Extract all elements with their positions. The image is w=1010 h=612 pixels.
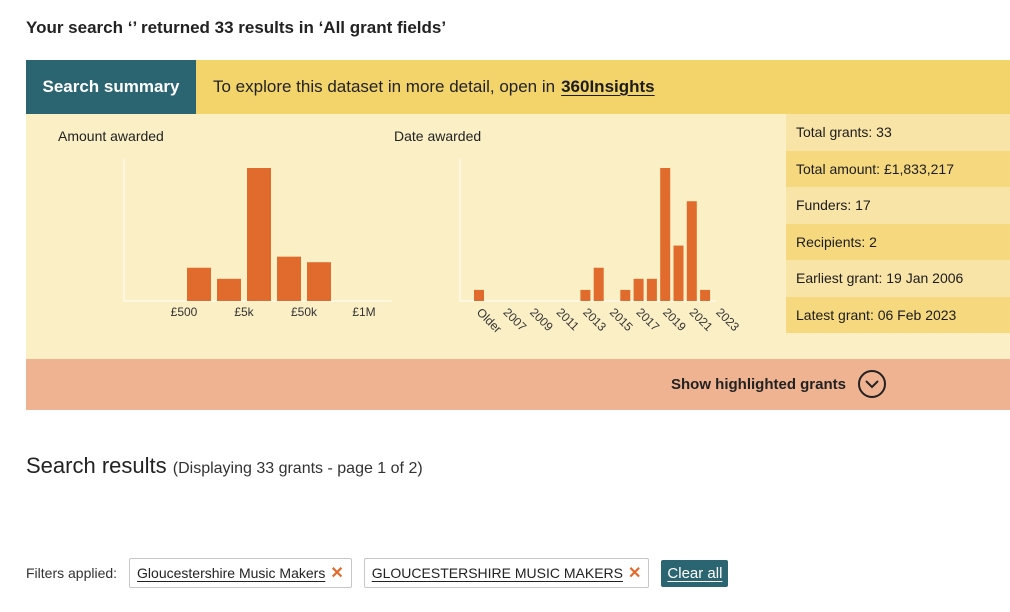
360insights-link[interactable]: 360Insights — [561, 77, 655, 97]
close-icon[interactable]: ✕ — [628, 563, 641, 583]
stat-total-grants: Total grants: 33 — [786, 114, 1010, 151]
tick-label: 2021 — [687, 305, 716, 334]
tick-label: £5k — [234, 305, 254, 319]
clear-all-button[interactable]: Clear all — [661, 559, 729, 587]
page-heading: Your search ‘’ returned 33 results in ‘A… — [26, 18, 447, 37]
chart-bar — [580, 289, 591, 301]
chart-bar — [277, 256, 301, 301]
tick-label: 2007 — [500, 305, 529, 334]
stat-recipients: Recipients: 2 — [786, 223, 1010, 260]
chart-bar — [247, 168, 271, 301]
filters-applied: Filters applied: Gloucestershire Music M… — [26, 557, 729, 589]
search-summary-panel: Search summary To explore this dataset i… — [26, 60, 1010, 410]
insights-banner: To explore this dataset in more detail, … — [196, 60, 1010, 114]
chart-bar — [187, 267, 211, 301]
close-icon[interactable]: ✕ — [330, 563, 343, 583]
tick-label: £1M — [352, 305, 375, 319]
filter-chip-label: Gloucestershire Music Makers — [137, 565, 326, 581]
filters-label: Filters applied: — [26, 565, 118, 581]
tick-label: 2015 — [607, 305, 636, 334]
filter-chip-label: GLOUCESTERSHIRE MUSIC MAKERS — [371, 565, 623, 581]
search-results-heading: Search results (Displaying 33 grants - p… — [26, 453, 423, 479]
tick-label: 2009 — [527, 305, 556, 334]
filter-chip[interactable]: Gloucestershire Music Makers ✕ — [129, 558, 352, 588]
chart-bar — [620, 289, 631, 301]
chart-bar — [307, 262, 331, 301]
results-title: Search results — [26, 453, 167, 478]
date-chart-title: Date awarded — [394, 128, 482, 144]
tab-search-summary[interactable]: Search summary — [26, 60, 196, 114]
chevron-down-circle-icon — [858, 370, 886, 398]
chart-bar — [474, 289, 484, 301]
chart-bar — [593, 267, 604, 301]
summary-charts-area: Amount awarded £500 £5k £50k £1M Date award… — [26, 114, 1010, 359]
chart-bar — [660, 168, 671, 301]
tick-label: Older — [474, 305, 505, 336]
chart-bar — [646, 278, 657, 301]
date-awarded-chart: Older20072009201120132015201720192021202… — [459, 159, 742, 336]
show-highlighted-label: Show highlighted grants — [671, 375, 846, 393]
tick-label: 2013 — [580, 305, 609, 334]
chart-bar — [700, 289, 711, 301]
tick-label: 2017 — [633, 305, 662, 334]
chart-bar — [633, 278, 644, 301]
filter-chip[interactable]: GLOUCESTERSHIRE MUSIC MAKERS ✕ — [363, 558, 650, 588]
tab-search-summary-label: Search summary — [42, 77, 180, 96]
stat-total-amount: Total amount: £1,833,217 — [786, 150, 1010, 187]
stat-earliest-grant: Earliest grant: 19 Jan 2006 — [786, 260, 1010, 297]
chart-bar — [686, 201, 697, 301]
chart-bar — [217, 278, 241, 301]
amount-chart-title: Amount awarded — [58, 128, 164, 144]
stat-latest-grant: Latest grant: 06 Feb 2023 — [786, 296, 1010, 333]
highlighted-grants-bar: Show highlighted grants — [26, 359, 1010, 410]
tick-label: 2023 — [713, 305, 742, 334]
amount-awarded-chart: £500 £5k £50k £1M — [123, 159, 392, 319]
show-highlighted-grants-button[interactable]: Show highlighted grants — [671, 370, 886, 398]
tick-label: 2019 — [660, 305, 689, 334]
tick-label: £50k — [291, 305, 318, 319]
tick-label: £500 — [171, 305, 198, 319]
stat-funders: Funders: 17 — [786, 187, 1010, 224]
banner-text: To explore this dataset in more detail, … — [213, 77, 556, 96]
tick-label: 2011 — [554, 305, 582, 333]
chart-bar — [673, 245, 684, 301]
summary-stats: Total grants: 33 Total amount: £1,833,21… — [786, 114, 1010, 333]
results-subtitle: (Displaying 33 grants - page 1 of 2) — [172, 460, 423, 477]
clear-all-label: Clear all — [667, 564, 723, 582]
